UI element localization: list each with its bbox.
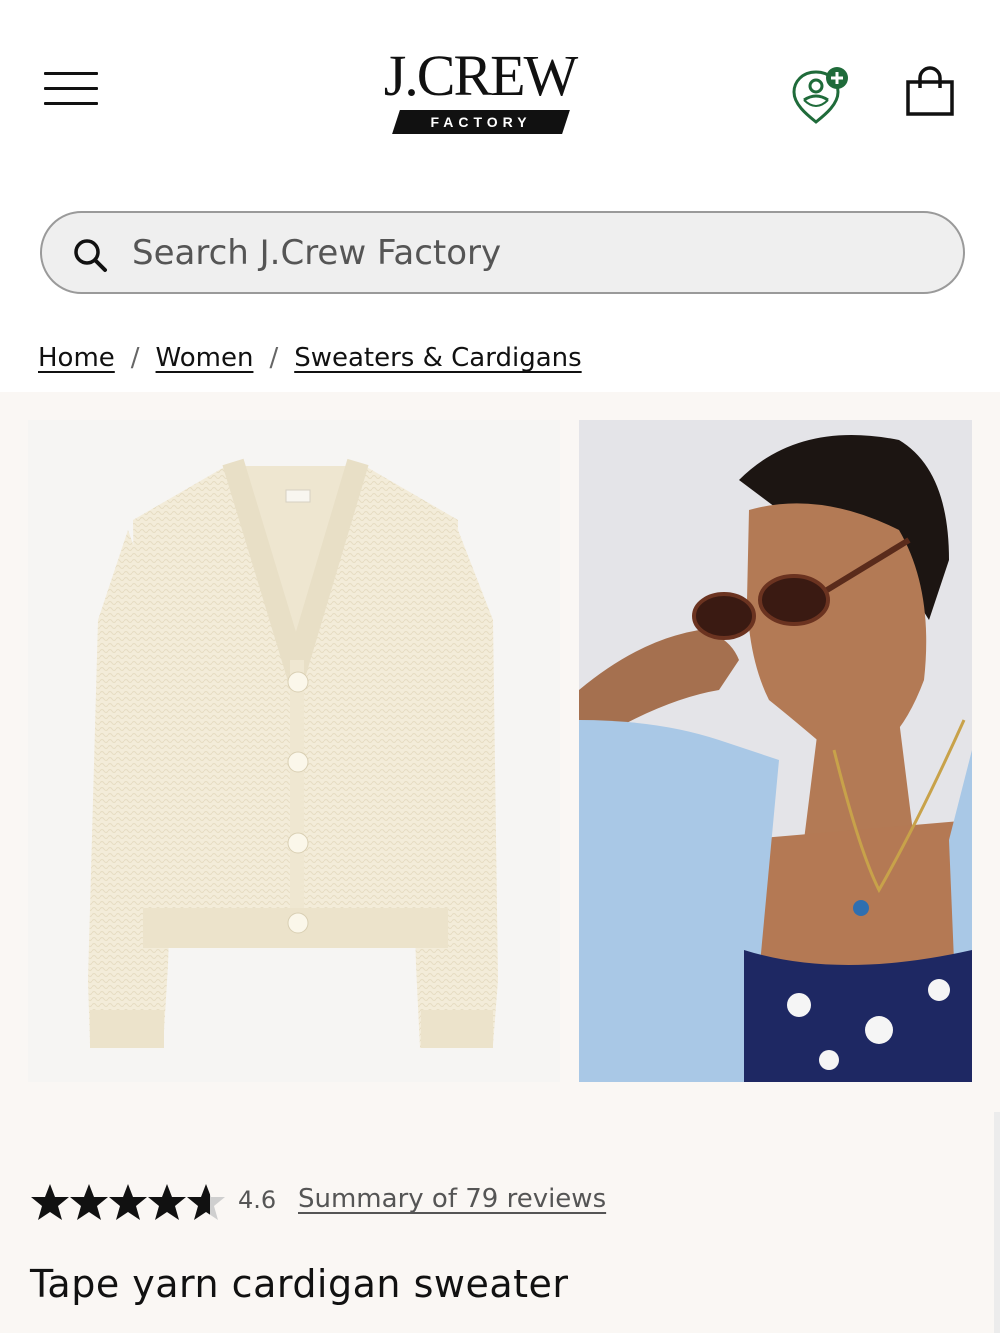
- site-header: J.CREW FACTORY: [0, 0, 1000, 180]
- breadcrumb-women[interactable]: Women: [156, 343, 254, 373]
- product-image-flatlay[interactable]: [28, 420, 560, 1082]
- star-icon: [31, 1184, 69, 1220]
- logo-wordmark: J.CREW: [383, 43, 579, 108]
- star-icon: [109, 1184, 147, 1220]
- breadcrumb-separator: /: [130, 343, 140, 373]
- product-image-model[interactable]: [579, 420, 972, 1082]
- rating-value: 4.6: [238, 1186, 277, 1214]
- star-rating[interactable]: [30, 1180, 230, 1224]
- breadcrumb-home[interactable]: Home: [38, 343, 115, 373]
- rewards-pin-icon[interactable]: [790, 64, 852, 126]
- search-bar[interactable]: [40, 211, 965, 294]
- star-icon: [70, 1184, 108, 1220]
- search-input[interactable]: [132, 227, 932, 279]
- search-icon: [74, 239, 107, 272]
- breadcrumb: Home / Women / Sweaters & Cardigans: [38, 338, 582, 378]
- reviews-summary-link[interactable]: Summary of 79 reviews: [298, 1184, 606, 1214]
- product-title: Tape yarn cardigan sweater: [30, 1262, 569, 1306]
- star-half-icon: [187, 1184, 225, 1220]
- product-gallery: [0, 392, 1000, 1112]
- logo-factory-text: FACTORY: [430, 114, 532, 130]
- shopping-bag-icon[interactable]: [904, 66, 956, 118]
- jcrew-factory-logo[interactable]: J.CREW FACTORY: [360, 44, 600, 136]
- breadcrumb-sweaters-cardigans[interactable]: Sweaters & Cardigans: [294, 343, 581, 373]
- star-icon: [148, 1184, 186, 1220]
- hamburger-menu-icon[interactable]: [44, 72, 98, 106]
- product-info: 4.6 Summary of 79 reviews Tape yarn card…: [0, 1112, 1000, 1333]
- breadcrumb-separator: /: [269, 343, 279, 373]
